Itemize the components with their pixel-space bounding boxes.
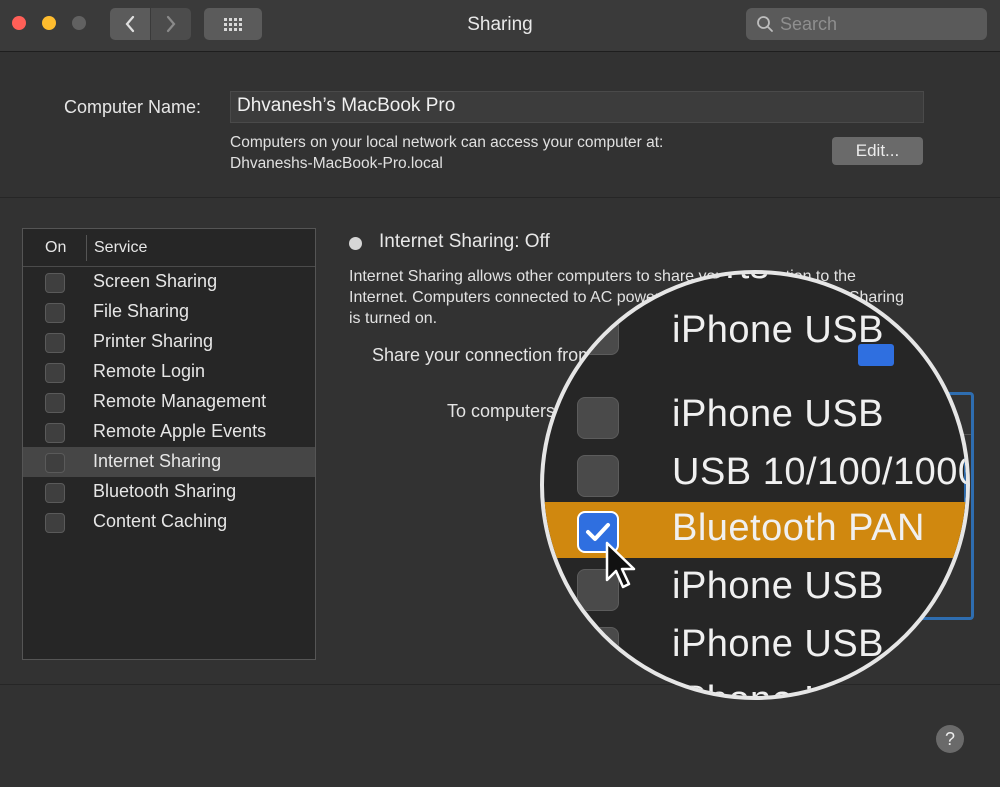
column-divider bbox=[86, 235, 87, 261]
magnified-checkbox[interactable] bbox=[577, 397, 619, 439]
service-row[interactable]: File Sharing bbox=[23, 297, 315, 327]
local-hostname: Dhvaneshs-MacBook-Pro.local bbox=[230, 155, 443, 172]
search-input[interactable]: Search bbox=[746, 8, 987, 40]
service-label: Content Caching bbox=[93, 511, 228, 531]
magnified-partial-row: orts bbox=[544, 274, 966, 296]
service-row[interactable]: Printer Sharing bbox=[23, 327, 315, 357]
magnified-interface-label: iPhone USB bbox=[672, 565, 885, 607]
magnifier-overlay: orts iPhone USB iPhone USB USB 10/100/1000… bbox=[540, 270, 970, 700]
service-list: On Service Screen Sharing File Sharing Pri… bbox=[22, 228, 316, 660]
service-checkbox[interactable] bbox=[45, 393, 65, 413]
service-label: File Sharing bbox=[93, 301, 190, 321]
service-row[interactable]: Remote Login bbox=[23, 357, 315, 387]
magnified-interface-label: iPhone USB bbox=[672, 393, 885, 435]
magnified-checkbox[interactable] bbox=[577, 455, 619, 497]
computer-name-section: Computer Name: Dhvanesh’s MacBook Pro Co… bbox=[0, 53, 1000, 198]
search-placeholder: Search bbox=[780, 13, 838, 34]
search-icon bbox=[757, 16, 773, 32]
service-row[interactable]: Remote Apple Events bbox=[23, 417, 315, 447]
service-label: Remote Login bbox=[93, 361, 206, 381]
service-row[interactable]: Screen Sharing bbox=[23, 267, 315, 297]
to-computers-label: To computers bbox=[447, 401, 556, 421]
local-address-text: Computers on your local network can acce… bbox=[230, 134, 664, 151]
title-bar: Sharing Search bbox=[0, 0, 1000, 52]
service-checkbox[interactable] bbox=[45, 363, 65, 383]
magnified-interface-label: USB 10/100/1000 bbox=[672, 451, 970, 493]
magnified-interface-row[interactable]: iPhone USB bbox=[544, 304, 966, 360]
help-button[interactable]: ? bbox=[936, 725, 964, 753]
column-header-service[interactable]: Service bbox=[94, 239, 147, 257]
service-checkbox[interactable] bbox=[45, 303, 65, 323]
magnified-interface-label: iPhone USB bbox=[672, 309, 885, 351]
service-row[interactable]: Bluetooth Sharing bbox=[23, 477, 315, 507]
magnified-interface-row[interactable]: iPhone USB bbox=[544, 674, 966, 700]
magnified-interface-row[interactable]: iPhone USB bbox=[544, 618, 966, 674]
service-row[interactable]: Remote Management bbox=[23, 387, 315, 417]
local-address-description: Computers on your local network can acce… bbox=[230, 132, 663, 174]
service-label: Bluetooth Sharing bbox=[93, 481, 237, 501]
column-header-on[interactable]: On bbox=[45, 239, 66, 257]
magnified-interface-label: Bluetooth PAN bbox=[672, 507, 925, 549]
service-list-header: On Service bbox=[23, 229, 315, 267]
service-checkbox[interactable] bbox=[45, 453, 65, 473]
computer-name-field[interactable]: Dhvanesh’s MacBook Pro bbox=[230, 91, 924, 123]
magnified-checkbox[interactable] bbox=[577, 627, 619, 669]
magnified-interface-row[interactable]: iPhone USB bbox=[544, 388, 966, 444]
service-rows: Screen Sharing File Sharing Printer Sharin… bbox=[23, 267, 315, 537]
computer-name-label: Computer Name: bbox=[64, 97, 202, 117]
service-label: Internet Sharing bbox=[93, 451, 222, 471]
magnified-checkbox[interactable] bbox=[577, 683, 619, 696]
service-label: Remote Apple Events bbox=[93, 421, 267, 441]
magnified-interface-label: iPhone USB bbox=[672, 623, 885, 665]
service-label: Screen Sharing bbox=[93, 271, 218, 291]
mouse-cursor-icon bbox=[605, 541, 636, 589]
service-checkbox[interactable] bbox=[45, 333, 65, 353]
magnified-interface-row[interactable]: USB 10/100/1000 bbox=[544, 446, 970, 502]
service-row[interactable]: Internet Sharing bbox=[23, 447, 315, 477]
status-indicator-icon bbox=[349, 237, 362, 250]
internet-sharing-status: Internet Sharing: Off bbox=[379, 231, 550, 252]
magnified-checkbox[interactable] bbox=[577, 313, 619, 355]
service-label: Printer Sharing bbox=[93, 331, 214, 351]
service-checkbox[interactable] bbox=[45, 273, 65, 293]
magnified-interface-label: iPhone USB bbox=[672, 679, 885, 700]
service-checkbox[interactable] bbox=[45, 483, 65, 503]
service-checkbox[interactable] bbox=[45, 423, 65, 443]
service-label: Remote Management bbox=[93, 391, 267, 411]
service-row[interactable]: Content Caching bbox=[23, 507, 315, 537]
edit-button[interactable]: Edit... bbox=[832, 137, 923, 165]
service-checkbox[interactable] bbox=[45, 513, 65, 533]
